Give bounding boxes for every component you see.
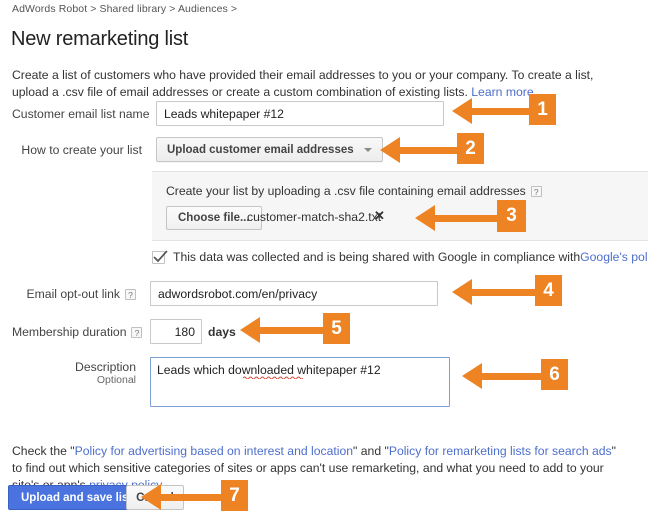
optout-link-input[interactable]	[150, 281, 438, 306]
row-optout-link: Email opt-out link?	[12, 281, 438, 306]
row-list-name: Customer email list name	[12, 101, 446, 126]
duration-input[interactable]	[150, 319, 202, 344]
duration-label-text: Membership duration	[12, 324, 127, 339]
list-name-input[interactable]	[156, 101, 444, 126]
google-policies-link[interactable]: Google's policies.	[580, 250, 648, 264]
duration-help-icon[interactable]: ?	[131, 326, 143, 338]
optout-label-text: Email opt-out link	[26, 286, 120, 301]
create-method-selected-value: Upload customer email addresses	[167, 143, 354, 156]
description-sublabel: Optional	[96, 374, 136, 386]
upload-and-save-button[interactable]: Upload and save list	[8, 485, 146, 510]
page-title: New remarketing list	[11, 28, 189, 51]
upload-panel-title: Create your list by uploading a .csv fil…	[166, 184, 542, 198]
annotation-4-badge: 4	[535, 275, 562, 306]
optout-label: Email opt-out link?	[12, 287, 136, 301]
learn-more-link[interactable]: Learn more	[471, 85, 533, 99]
optout-help-icon[interactable]: ?	[125, 288, 136, 300]
policy-text-1: Check the "	[12, 444, 75, 459]
breadcrumb[interactable]: AdWords Robot > Shared library > Audienc…	[12, 3, 237, 15]
description-label-text: Description	[75, 360, 136, 374]
consent-row: This data was collected and is being sha…	[152, 250, 648, 264]
annotation-5-badge: 5	[323, 313, 350, 344]
remove-file-icon[interactable]: ✕	[374, 209, 385, 223]
cancel-button[interactable]: Cancel	[126, 485, 184, 510]
row-create-method: How to create your list Upload customer …	[12, 137, 383, 162]
policy-interest-location-link[interactable]: Policy for advertising based on interest…	[75, 444, 353, 458]
row-membership-duration: Membership duration? days	[12, 319, 236, 344]
policy-text-2: " and "	[353, 444, 389, 459]
remarketing-list-page: AdWords Robot > Shared library > Audienc…	[0, 0, 648, 520]
checkmark-icon	[153, 250, 168, 262]
chevron-down-icon	[363, 147, 372, 152]
create-method-label: How to create your list	[21, 142, 142, 157]
description-label: Description Optional	[12, 357, 136, 386]
intro-paragraph: Create a list of customers who have prov…	[12, 67, 612, 101]
selected-file-name: customer-match-sha2.txt	[247, 210, 382, 224]
policy-search-ads-link[interactable]: Policy for remarketing lists for search …	[389, 444, 612, 458]
annotation-6-badge: 6	[541, 359, 568, 390]
create-method-select[interactable]: Upload customer email addresses	[156, 137, 383, 162]
annotation-2-badge: 2	[457, 133, 484, 164]
list-name-label: Customer email list name	[12, 106, 150, 121]
consent-checkbox[interactable]	[152, 250, 168, 264]
duration-unit-label: days	[208, 324, 236, 339]
description-textarea[interactable]: Leads which downloaded whitepaper #12	[150, 357, 450, 407]
upload-help-icon[interactable]: ?	[530, 186, 542, 198]
consent-text: This data was collected and is being sha…	[173, 250, 581, 264]
duration-label: Membership duration?	[12, 324, 143, 339]
upload-panel-title-text: Create your list by uploading a .csv fil…	[166, 184, 526, 198]
row-description: Description Optional Leads which downloa…	[12, 357, 450, 407]
upload-panel: Create your list by uploading a .csv fil…	[152, 171, 648, 241]
